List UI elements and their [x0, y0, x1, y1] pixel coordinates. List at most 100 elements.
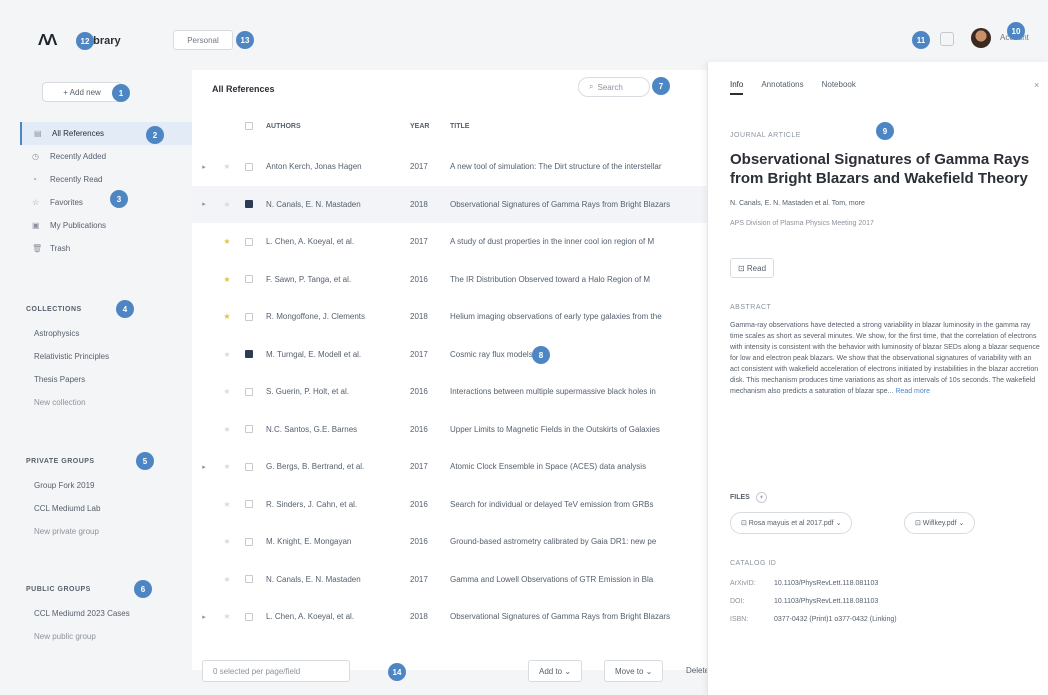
new-public-group-link[interactable]: New public group — [34, 625, 130, 648]
search-input[interactable]: ⌕ Search — [578, 77, 650, 97]
file-chip[interactable]: ⊡ Rosa mayuis et al 2017.pdf ⌄ — [730, 512, 853, 534]
star-icon[interactable]: ★ — [216, 312, 238, 321]
public-groups-title[interactable]: PUBLIC GROUPS — [26, 586, 91, 593]
sidebar-item-all-references[interactable]: ▤ All References — [20, 122, 192, 145]
tab-annotations[interactable]: Annotations — [761, 80, 803, 95]
table-row[interactable]: ▸ ★ N. Canals, E. N. Mastaden 2018 Observati… — [192, 185, 707, 223]
public-group-item[interactable]: CCL Mediumd 2023 Cases — [34, 602, 130, 625]
star-icon[interactable]: ★ — [216, 350, 238, 359]
expand-chevron-icon[interactable]: ▸ — [192, 200, 216, 208]
private-groups-list: Group Fork 2019 CCL Mediumd Lab New priv… — [34, 474, 100, 543]
table-row[interactable]: ★ S. Guerin, P. Holt, et al. 2016 Interacti… — [192, 373, 707, 411]
abstract-body: Gamma-ray observations have detected a s… — [730, 322, 1040, 395]
collection-item[interactable]: Relativistic Principles — [34, 345, 109, 368]
row-checkbox[interactable] — [238, 387, 260, 396]
sidebar-item-my-publications[interactable]: ▣ My Publications — [20, 214, 192, 237]
add-to-button[interactable]: Add to ⌄ — [528, 660, 583, 682]
row-checkbox[interactable] — [238, 162, 260, 171]
sidebar-item-favorites[interactable]: ☆ Favorites — [20, 191, 192, 214]
expand-chevron-icon[interactable]: ▸ — [192, 163, 216, 171]
star-icon[interactable]: ★ — [216, 200, 238, 209]
move-to-button[interactable]: Move to ⌄ — [604, 660, 664, 682]
expand-chevron-icon[interactable]: ▸ — [192, 463, 216, 471]
catalog-value[interactable]: 0377-0432 (Print)1 o377-0432 (Linking) — [774, 616, 897, 623]
table-row[interactable]: ★ M. Turngal, E. Modell et al. 2017 Cosmic … — [192, 336, 707, 374]
catalog-key: ArXivID: — [730, 580, 756, 587]
sidebar: + Add new ▤ All References ◷ Recently Added… — [20, 70, 192, 670]
selection-field[interactable]: 0 selected per page/field — [202, 660, 350, 682]
row-checkbox[interactable] — [238, 425, 260, 434]
star-icon[interactable]: ★ — [216, 612, 238, 621]
notifications-icon[interactable] — [940, 32, 954, 46]
library-switcher[interactable]: Personal — [173, 30, 233, 50]
row-checkbox[interactable] — [238, 537, 260, 546]
row-checkbox[interactable] — [238, 575, 260, 584]
row-checkbox[interactable] — [238, 462, 260, 471]
add-new-button[interactable]: + Add new — [42, 82, 122, 102]
star-icon[interactable]: ★ — [216, 237, 238, 246]
sidebar-item-recently-read[interactable]: ◔ Recently Read — [20, 168, 192, 191]
sidebar-item-recently-added[interactable]: ◷ Recently Added — [20, 145, 192, 168]
file-chip[interactable]: ⊡ Wiflkey.pdf ⌄ — [904, 512, 976, 534]
reference-authors[interactable]: N. Canals, E. N. Mastaden et al. Tom, mo… — [730, 200, 865, 207]
search-placeholder: Search — [597, 82, 623, 92]
row-year: 2016 — [410, 387, 428, 397]
delete-button[interactable]: Delete — [686, 666, 709, 675]
collection-item[interactable]: Thesis Papers — [34, 368, 109, 391]
sidebar-item-trash[interactable]: 🗑 Trash — [20, 237, 192, 260]
table-row[interactable]: ▸ ★ L. Chen, A. Koeyal, et al. 2018 Observat… — [192, 598, 707, 636]
row-title: Helium imaging observations of early typ… — [450, 312, 662, 322]
nav-item-label: Favorites — [50, 198, 83, 207]
star-icon[interactable]: ★ — [216, 387, 238, 396]
catalog-value[interactable]: 10.1103/PhysRevLett.118.081103 — [774, 580, 878, 587]
star-icon[interactable]: ★ — [216, 162, 238, 171]
search-icon: ⌕ — [589, 82, 594, 91]
collections-title[interactable]: COLLECTIONS — [26, 306, 82, 313]
column-authors[interactable]: AUTHORS — [260, 123, 410, 130]
table-row[interactable]: ▸ ★ Anton Kerch, Jonas Hagen 2017 A new tool… — [192, 148, 707, 186]
read-button[interactable]: ⊡ Read — [730, 258, 774, 278]
row-checkbox[interactable] — [238, 612, 260, 621]
new-collection-link[interactable]: New collection — [34, 391, 109, 414]
catalog-value[interactable]: 10.1103/PhysRevLett.118.081103 — [774, 598, 878, 605]
row-year: 2017 — [410, 574, 428, 584]
read-more-link[interactable]: Read more — [895, 388, 930, 395]
collection-item[interactable]: Astrophysics — [34, 322, 109, 345]
close-icon[interactable]: × — [1034, 80, 1039, 90]
select-all-checkbox[interactable] — [238, 122, 260, 130]
expand-chevron-icon[interactable]: ▸ — [192, 613, 216, 621]
table-row[interactable]: ★ N. Canals, E. N. Mastaden 2017 Gamma and … — [192, 561, 707, 599]
row-checkbox[interactable] — [238, 200, 260, 209]
column-title[interactable]: TITLE — [450, 123, 707, 130]
table-row[interactable]: ★ M. Knight, E. Mongayan 2016 Ground-based … — [192, 523, 707, 561]
star-icon[interactable]: ★ — [216, 462, 238, 471]
star-icon[interactable]: ★ — [216, 275, 238, 284]
avatar[interactable] — [971, 28, 991, 48]
nav-item-label: All References — [52, 129, 105, 138]
row-checkbox[interactable] — [238, 312, 260, 321]
star-icon[interactable]: ★ — [216, 537, 238, 546]
table-row[interactable]: ★ R. Mongoffone, J. Clements 2018 Helium im… — [192, 298, 707, 336]
star-icon[interactable]: ★ — [216, 500, 238, 509]
column-year[interactable]: YEAR — [410, 123, 450, 130]
tab-info[interactable]: Info — [730, 80, 744, 95]
table-row[interactable]: ▸ ★ G. Bergs, B. Bertrand, et al. 2017 Atomi… — [192, 448, 707, 486]
private-group-item[interactable]: Group Fork 2019 — [34, 474, 100, 497]
table-row[interactable]: ★ R. Sinders, J. Cahn, et al. 2016 Search f… — [192, 486, 707, 524]
row-checkbox[interactable] — [238, 275, 260, 284]
row-checkbox[interactable] — [238, 237, 260, 246]
table-row[interactable]: ★ F. Sawn, P. Tanga, et al. 2016 The IR Dis… — [192, 261, 707, 299]
private-group-item[interactable]: CCL Mediumd Lab — [34, 497, 100, 520]
badge-14: 14 — [388, 663, 406, 681]
table-row[interactable]: ★ L. Chen, A. Koeyal, et al. 2017 A study o… — [192, 223, 707, 261]
star-icon[interactable]: ★ — [216, 425, 238, 434]
tab-notebook[interactable]: Notebook — [822, 80, 856, 95]
new-private-group-link[interactable]: New private group — [34, 520, 100, 543]
row-checkbox[interactable] — [238, 500, 260, 509]
row-checkbox[interactable] — [238, 350, 260, 359]
catalog-key: DOI: — [730, 598, 745, 605]
add-file-icon[interactable]: + — [755, 492, 767, 503]
table-row[interactable]: ★ N.C. Santos, G.E. Barnes 2016 Upper Limit… — [192, 411, 707, 449]
private-groups-title[interactable]: PRIVATE GROUPS — [26, 458, 95, 465]
star-icon[interactable]: ★ — [216, 575, 238, 584]
